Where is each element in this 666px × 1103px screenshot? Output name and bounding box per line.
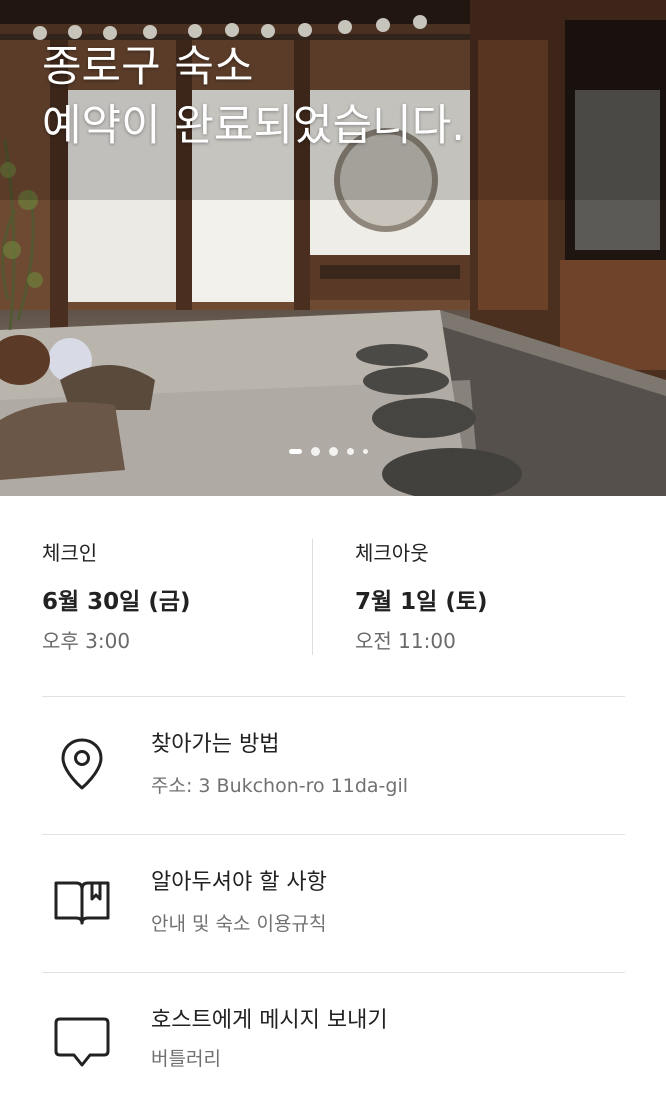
reservation-dates: 체크인 6월 30일 (금) 오후 3:00 체크아웃 7월 1일 (토) 오전… [0, 496, 666, 696]
directions-address: 주소: 3 Bukchon-ro 11da-gil [151, 775, 409, 797]
host-name: 버틀러리 [151, 1048, 221, 1070]
message-icon [54, 1017, 110, 1067]
map-pin-icon [61, 738, 103, 790]
book-icon [54, 881, 110, 925]
checkout-time: 오전 11:00 [355, 629, 456, 653]
vertical-divider [312, 539, 313, 655]
checkout-section: 체크아웃 7월 1일 (토) 오전 11:00 [355, 540, 488, 654]
carousel-pagination [289, 446, 368, 456]
hero-photo-carousel[interactable]: 종로구 숙소 예약이 완료되었습니다. [0, 0, 666, 496]
message-host-title: 호스트에게 메시지 보내기 [151, 1008, 388, 1033]
house-rules-title: 알아두셔야 할 사항 [151, 870, 327, 895]
hero-title-line-2: 예약이 완료되었습니다. [42, 101, 465, 151]
carousel-dot[interactable] [347, 447, 354, 455]
checkin-section: 체크인 6월 30일 (금) 오후 3:00 [42, 540, 191, 654]
message-host-row[interactable]: 호스트에게 메시지 보내기 버틀러리 [0, 973, 666, 1103]
carousel-dot[interactable] [363, 448, 368, 454]
directions-title: 찾아가는 방법 [151, 732, 280, 757]
checkin-label: 체크인 [42, 541, 98, 565]
carousel-dot-active[interactable] [289, 448, 302, 454]
carousel-dot[interactable] [311, 446, 320, 456]
checkout-date: 7월 1일 (토) [355, 589, 488, 615]
carousel-dot[interactable] [329, 446, 338, 456]
house-rules-row[interactable]: 알아두셔야 할 사항 안내 및 숙소 이용규칙 [0, 835, 666, 973]
house-rules-subtitle: 안내 및 숙소 이용규칙 [151, 913, 327, 935]
checkout-label: 체크아웃 [355, 541, 429, 565]
hero-title: 종로구 숙소 예약이 완료되었습니다. [42, 38, 465, 156]
checkin-date: 6월 30일 (금) [42, 589, 191, 615]
hero-title-line-1: 종로구 숙소 [42, 42, 254, 92]
checkin-time: 오후 3:00 [42, 629, 131, 653]
directions-row[interactable]: 찾아가는 방법 주소: 3 Bukchon-ro 11da-gil [0, 697, 666, 835]
